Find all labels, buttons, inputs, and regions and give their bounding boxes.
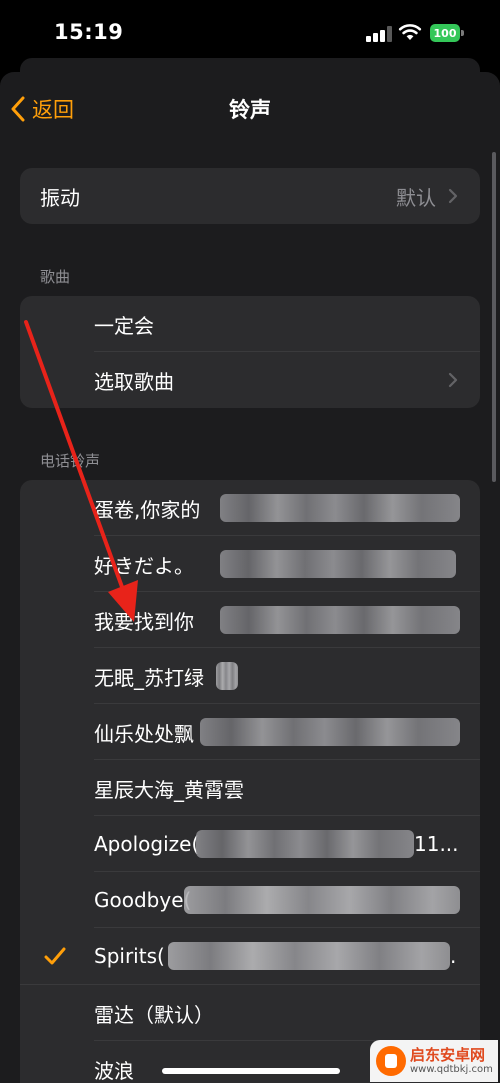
wifi-icon	[398, 24, 422, 40]
ringtone-label: Apologize(	[94, 832, 200, 856]
song-item[interactable]: 一定会	[20, 296, 480, 352]
ringtone-label: 波浪	[94, 1058, 134, 1083]
ringtone-sheet: 返回 铃声 振动 默认 歌曲 一定会 选取歌曲 电话铃声 蛋卷,你家的 好きだよ…	[0, 72, 500, 1083]
pick-song-label: 选取歌曲	[94, 369, 174, 394]
ringtone-label-suffix: .	[450, 944, 457, 968]
ringtone-item[interactable]: Goodbye(	[20, 872, 480, 928]
vibration-row[interactable]: 振动 默认	[20, 168, 480, 224]
watermark-logo-icon	[376, 1046, 406, 1076]
ringtone-item[interactable]: 好きだよ。	[20, 536, 480, 592]
ringtone-label: 雷达（默认）	[94, 1002, 214, 1027]
songs-group: 一定会 选取歌曲	[20, 296, 480, 408]
chevron-right-icon	[448, 188, 458, 204]
watermark-name: 启东安卓网	[410, 1045, 486, 1064]
ringtone-label: 星辰大海_黄霄雲	[94, 777, 244, 802]
ringtone-item[interactable]: 雷达（默认）	[20, 985, 480, 1041]
ringtone-label: 蛋卷,你家的	[94, 497, 201, 522]
ringtone-item[interactable]: 无眠_苏打绿	[20, 648, 480, 704]
ringtone-label: 好きだよ。	[94, 553, 194, 578]
checkmark-icon	[44, 947, 66, 965]
ringtone-item[interactable]: 星辰大海_黄霄雲	[20, 760, 480, 816]
ringtone-item[interactable]: Apologize( 11...	[20, 816, 480, 872]
battery-icon: 100	[430, 24, 464, 42]
pick-song-row[interactable]: 选取歌曲	[20, 352, 480, 408]
ringtone-item[interactable]: 蛋卷,你家的	[20, 480, 480, 536]
site-watermark: 启东安卓网 www.qdtbkj.com	[370, 1040, 498, 1082]
ringtones-group: 蛋卷,你家的 好きだよ。 我要找到你 无眠_苏打绿 仙乐处处飘 星辰大海_黄霄雲	[20, 480, 480, 1083]
ringtone-label: 我要找到你	[94, 609, 194, 634]
ringtone-label: 无眠_苏打绿	[94, 665, 204, 690]
status-time: 15:19	[54, 20, 124, 44]
status-bar: 15:19 100	[0, 0, 500, 62]
ringtone-label: Spirits(	[94, 944, 165, 968]
home-indicator[interactable]	[162, 1068, 340, 1074]
ringtones-section-header: 电话铃声	[40, 452, 101, 470]
songs-section-header: 歌曲	[40, 268, 71, 286]
battery-level: 100	[430, 24, 460, 42]
vibration-group: 振动 默认	[20, 168, 480, 224]
cellular-signal-icon	[366, 26, 392, 42]
chevron-right-icon	[448, 372, 458, 388]
vibration-label: 振动	[40, 185, 80, 210]
watermark-url: www.qdtbkj.com	[410, 1063, 493, 1075]
ringtone-label: 仙乐处处飘	[94, 721, 194, 746]
vibration-value: 默认	[396, 185, 436, 210]
ringtone-label: Goodbye(	[94, 888, 192, 912]
page-title: 铃声	[229, 98, 271, 122]
ringtone-item[interactable]: 仙乐处处飘	[20, 704, 480, 760]
navigation-bar: 返回 铃声	[0, 72, 500, 144]
scrollbar[interactable]	[492, 152, 496, 482]
ringtone-item-selected[interactable]: Spirits( .	[20, 928, 480, 984]
ringtone-label-suffix: 11...	[414, 832, 459, 856]
song-label: 一定会	[94, 313, 154, 338]
ringtone-item[interactable]: 我要找到你	[20, 592, 480, 648]
